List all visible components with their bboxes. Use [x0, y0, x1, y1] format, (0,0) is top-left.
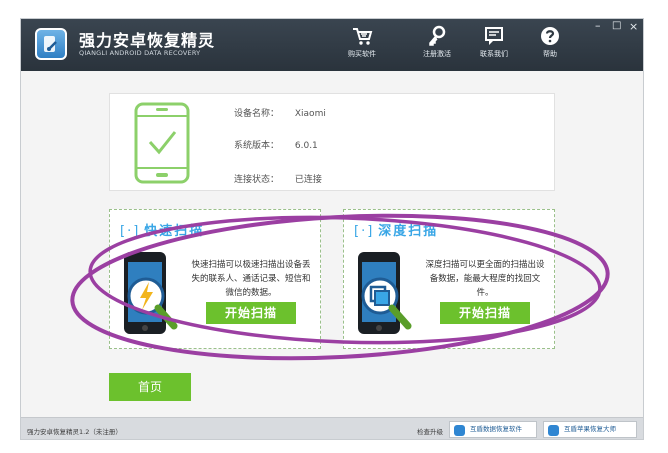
app-window: 强力安卓恢复精灵 QIANGLI ANDROID DATA RECOVERY 购…: [20, 18, 644, 440]
deep-scan-start-button[interactable]: 开始扫描: [440, 302, 530, 324]
data-recovery-link[interactable]: 互盾数据恢复软件: [449, 421, 537, 438]
app-logo-icon: [35, 28, 67, 60]
nav-contact-label: 联系我们: [480, 50, 508, 58]
deep-scan-title: [·] 深度扫描: [354, 224, 439, 239]
nav-register[interactable]: 注册激活: [416, 25, 458, 65]
check-update-link[interactable]: 检查升级: [417, 426, 443, 436]
nav-help-label: 帮助: [543, 50, 557, 58]
minimize-button[interactable]: –: [595, 19, 601, 32]
connection-status-value: 已连接: [294, 175, 322, 185]
app-subtitle: QIANGLI ANDROID DATA RECOVERY: [79, 49, 201, 57]
nav-register-label: 注册激活: [423, 50, 451, 58]
key-icon: [429, 25, 446, 46]
title-bar: 强力安卓恢复精灵 QIANGLI ANDROID DATA RECOVERY 购…: [21, 19, 643, 71]
scan-bracket-icon: [·]: [354, 224, 375, 239]
maximize-button[interactable]: □: [612, 20, 621, 31]
close-button[interactable]: ×: [629, 20, 638, 33]
deep-scan-card[interactable]: [·] 深度扫描 深度扫描可以更全面的扫描出设备数据，能最大程度的找回文件。 开始…: [343, 209, 555, 349]
connection-status-row: 连接状态： 已连接: [234, 172, 322, 185]
nav-buy-label: 购买软件: [348, 50, 376, 58]
apple-recovery-icon: [548, 425, 559, 436]
connection-status-label: 连接状态：: [234, 175, 280, 185]
quick-scan-description: 快速扫描可以极速扫描出设备丢失的联系人、通话记录、短信和微信的数据。: [191, 260, 311, 298]
apple-recovery-label: 互盾苹果恢复大师: [564, 425, 616, 433]
phone-check-icon: [134, 102, 190, 184]
deep-scan-phone-icon: [358, 252, 412, 334]
system-version-label: 系统版本：: [234, 141, 280, 151]
status-bar: 强力安卓恢复精灵1.2（未注册） 检查升级 互盾数据恢复软件 互盾苹果恢复大师: [21, 417, 643, 439]
device-name-row: 设备名称： Xiaomi: [234, 106, 326, 119]
quick-scan-phone-icon: [124, 252, 178, 334]
device-info-panel: 设备名称： Xiaomi 系统版本： 6.0.1 连接状态： 已连接: [109, 93, 555, 191]
nav-contact[interactable]: 联系我们: [473, 25, 515, 65]
quick-scan-title: [·] 快速扫描: [120, 224, 205, 239]
registration-status: 强力安卓恢复精灵1.2（未注册）: [27, 428, 122, 436]
quick-scan-card[interactable]: [·] 快速扫描 快速扫描可以极速扫描出设备丢失的联系人、通话记录、短信和微信的数…: [109, 209, 321, 349]
scan-bracket-icon: [·]: [120, 224, 141, 239]
system-version-value: 6.0.1: [294, 141, 318, 151]
data-recovery-label: 互盾数据恢复软件: [470, 425, 522, 433]
shopping-cart-icon: [353, 28, 373, 45]
data-recovery-icon: [454, 425, 465, 436]
deep-scan-description: 深度扫描可以更全面的扫描出设备数据，能最大程度的找回文件。: [425, 260, 545, 298]
chat-icon: [485, 27, 503, 45]
device-name-label: 设备名称：: [234, 109, 280, 119]
main-content: 设备名称： Xiaomi 系统版本： 6.0.1 连接状态： 已连接 [·] 快速…: [21, 71, 643, 417]
quick-scan-start-button[interactable]: 开始扫描: [206, 302, 296, 324]
apple-recovery-link[interactable]: 互盾苹果恢复大师: [543, 421, 637, 438]
system-version-row: 系统版本： 6.0.1: [234, 138, 318, 151]
nav-help[interactable]: 帮助: [533, 25, 567, 65]
app-title: 强力安卓恢复精灵: [79, 31, 216, 50]
help-icon: [541, 27, 559, 45]
device-name-value: Xiaomi: [294, 109, 326, 119]
nav-buy-software[interactable]: 购买软件: [341, 25, 383, 65]
home-button[interactable]: 首页: [109, 373, 191, 401]
